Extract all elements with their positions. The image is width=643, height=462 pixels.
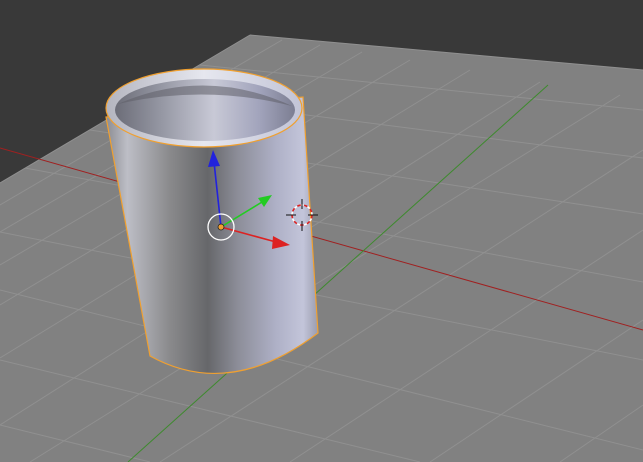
viewport-canvas[interactable]: [0, 0, 643, 462]
floor-plane: [0, 35, 643, 462]
3d-viewport[interactable]: [0, 0, 643, 462]
object-origin-point: [217, 223, 225, 231]
